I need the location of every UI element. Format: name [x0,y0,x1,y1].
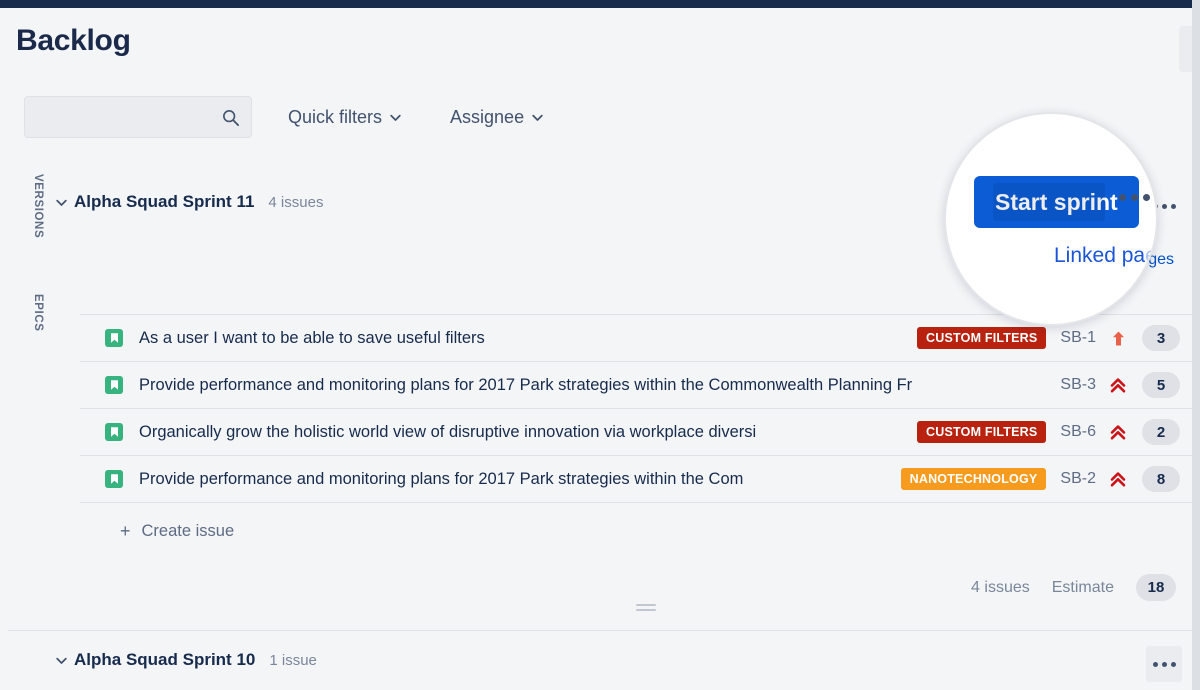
create-issue-button[interactable]: + Create issue [120,516,234,546]
sprint-10-actions [1146,646,1182,682]
sprint-footer-issue-count: 4 issues [971,579,1030,597]
estimate-badge[interactable]: 5 [1142,372,1180,398]
search-input[interactable] [25,97,251,137]
high-arrow-up-icon [1110,329,1126,347]
sprint-footer-estimate-value[interactable]: 18 [1136,574,1176,601]
magnifier-lens-content: Start sprint Linked paes [946,114,1156,324]
magnified-start-sprint-button[interactable]: Start sprint [974,176,1139,228]
assignee-filter-label: Assignee [450,107,524,128]
highest-double-chevron-up-icon [1110,376,1126,394]
sprint-more-actions-button[interactable] [1146,646,1182,682]
sprint-separator [8,630,1192,631]
magnified-linked-pages-text: Linked pa [1054,244,1145,267]
table-row[interactable]: Organically grow the holistic world view… [80,409,1192,456]
issue-list: As a user I want to be able to save usef… [80,314,1192,503]
more-horizontal-icon-dot [1162,204,1167,209]
search-box[interactable] [24,96,252,138]
story-icon [105,329,123,347]
magnified-more-actions-button[interactable] [1119,194,1150,201]
right-gutter [1192,0,1200,690]
story-icon [105,423,123,441]
highest-double-chevron-up-icon [1110,470,1126,488]
issue-key[interactable]: SB-2 [1060,470,1096,488]
sprint-name[interactable]: Alpha Squad Sprint 10 [74,650,255,670]
more-horizontal-icon-dot [1171,204,1176,209]
more-horizontal-icon-dot [1171,662,1176,667]
issue-key[interactable]: SB-3 [1060,376,1096,394]
issue-summary: Provide performance and monitoring plans… [139,376,1046,395]
estimate-badge[interactable]: 3 [1142,325,1180,351]
issue-summary: Organically grow the holistic world view… [139,423,909,442]
sprint-name[interactable]: Alpha Squad Sprint 11 [74,192,254,212]
sprint-footer-estimate-label: Estimate [1052,579,1114,597]
backlog-page: Backlog Quick filters Assignee [8,8,1192,690]
estimate-badge[interactable]: 2 [1142,419,1180,445]
story-icon [105,470,123,488]
estimate-badge[interactable]: 8 [1142,466,1180,492]
epic-lozenge[interactable]: CUSTOM FILTERS [917,421,1046,443]
magnifier-lens: Start sprint Linked paes [944,112,1158,326]
magnified-start-sprint-label: Start sprint [995,189,1118,215]
more-horizontal-icon-dot [1119,194,1126,201]
sprint-resize-handle[interactable] [636,604,656,614]
sprint-footer: 4 issues Estimate 18 [971,574,1176,601]
story-icon [105,376,123,394]
issue-key[interactable]: SB-6 [1060,423,1096,441]
more-horizontal-icon-dot [1143,194,1150,201]
epic-lozenge[interactable]: CUSTOM FILTERS [917,327,1046,349]
magnified-linked-pages-link[interactable]: Linked paes [1054,244,1158,268]
rail-label-versions[interactable]: VERSIONS [14,174,44,238]
chevron-down-icon [389,111,402,124]
epic-lozenge[interactable]: NANOTECHNOLOGY [901,468,1047,490]
issue-summary: Provide performance and monitoring plans… [139,470,893,489]
table-row[interactable]: Provide performance and monitoring plans… [80,362,1192,409]
create-issue-label: Create issue [142,522,235,541]
more-horizontal-icon-dot [1162,662,1167,667]
sprint-collapse-caret-icon[interactable] [52,651,70,669]
issue-summary: As a user I want to be able to save usef… [139,329,909,348]
more-horizontal-icon-dot [1153,662,1158,667]
highest-double-chevron-up-icon [1110,423,1126,441]
sprint-issue-count: 1 issue [269,652,317,669]
assignee-filter-button[interactable]: Assignee [438,96,556,138]
backlog-screen: Backlog Quick filters Assignee [0,0,1200,690]
plus-icon: + [120,522,131,540]
quick-filters-button[interactable]: Quick filters [276,96,414,138]
issue-key[interactable]: SB-1 [1060,329,1096,347]
filter-bar: Quick filters Assignee [24,96,556,138]
page-title: Backlog [16,24,131,58]
global-nav-bar [0,0,1200,8]
sprint-collapse-caret-icon[interactable] [52,193,70,211]
table-row[interactable]: Provide performance and monitoring plans… [80,456,1192,503]
sprint-issue-count: 4 issues [268,194,323,211]
rail-label-epics[interactable]: EPICS [14,294,44,332]
panel-collapse-button[interactable] [1179,26,1192,72]
chevron-down-icon [531,111,544,124]
sprint-header-10: Alpha Squad Sprint 10 1 issue [52,644,1192,676]
quick-filters-label: Quick filters [288,107,382,128]
more-horizontal-icon-dot [1131,194,1138,201]
